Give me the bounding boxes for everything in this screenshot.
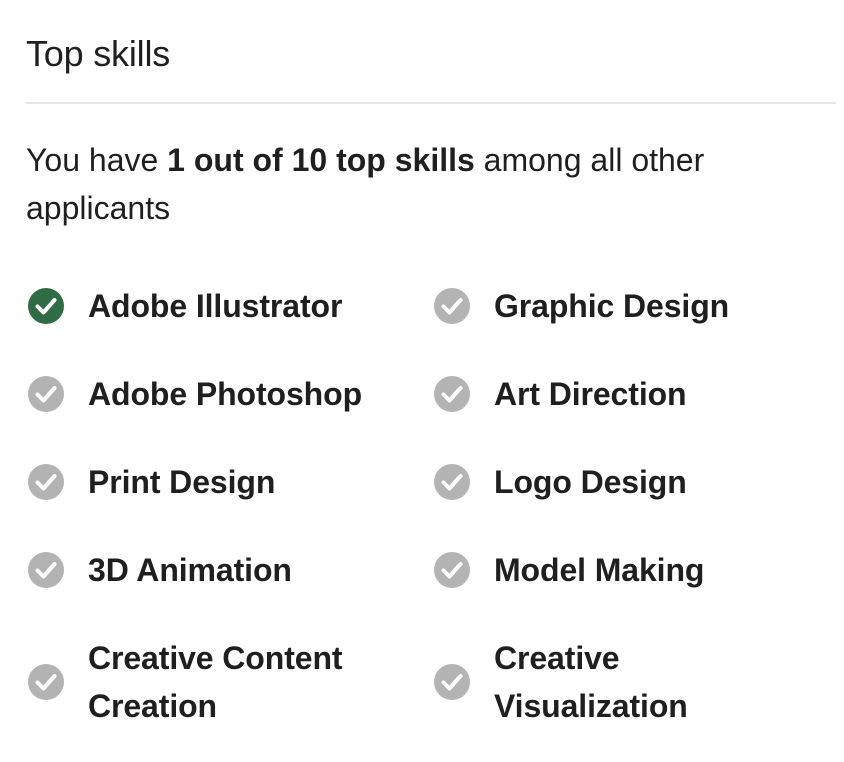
skill-label: Print Design bbox=[88, 464, 276, 500]
check-circle-icon bbox=[433, 287, 471, 325]
skill-label: Graphic Design bbox=[494, 288, 730, 324]
skill-label: Adobe Illustrator bbox=[88, 288, 343, 324]
skill-item: Creative Visualization bbox=[432, 634, 836, 730]
summary-highlight: 1 out of 10 top skills bbox=[167, 142, 475, 178]
skill-label: Art Direction bbox=[494, 376, 687, 412]
skill-item: Art Direction bbox=[432, 370, 836, 418]
skill-item: Logo Design bbox=[432, 458, 836, 506]
skill-label: Logo Design bbox=[494, 464, 687, 500]
skill-label: Creative Visualization bbox=[494, 640, 688, 724]
skill-label: Model Making bbox=[494, 552, 705, 588]
summary-prefix: You have bbox=[26, 142, 168, 178]
top-skills-panel: Top skills You have 1 out of 10 top skil… bbox=[0, 0, 844, 762]
check-circle-icon bbox=[433, 463, 471, 501]
check-circle-icon bbox=[433, 375, 471, 413]
check-circle-icon bbox=[433, 663, 471, 701]
section-title: Top skills bbox=[26, 33, 171, 74]
skill-item: Graphic Design bbox=[432, 282, 836, 330]
check-circle-icon bbox=[27, 287, 65, 325]
skills-summary: You have 1 out of 10 top skills among al… bbox=[26, 136, 826, 232]
check-circle-icon bbox=[27, 663, 65, 701]
skill-item: Model Making bbox=[432, 546, 836, 594]
skill-label: 3D Animation bbox=[88, 552, 292, 588]
check-circle-icon bbox=[27, 551, 65, 589]
divider bbox=[26, 102, 836, 104]
check-circle-icon bbox=[27, 463, 65, 501]
skill-item: Creative Content Creation bbox=[26, 634, 432, 730]
skill-label: Creative Content Creation bbox=[88, 640, 343, 724]
skill-item: 3D Animation bbox=[26, 546, 432, 594]
skill-item: Adobe Illustrator bbox=[26, 282, 432, 330]
skills-grid: Adobe Illustrator Graphic Design Adobe P… bbox=[26, 282, 836, 730]
check-circle-icon bbox=[433, 551, 471, 589]
skill-item: Print Design bbox=[26, 458, 432, 506]
skill-item: Adobe Photoshop bbox=[26, 370, 432, 418]
check-circle-icon bbox=[27, 375, 65, 413]
skill-label: Adobe Photoshop bbox=[88, 376, 363, 412]
